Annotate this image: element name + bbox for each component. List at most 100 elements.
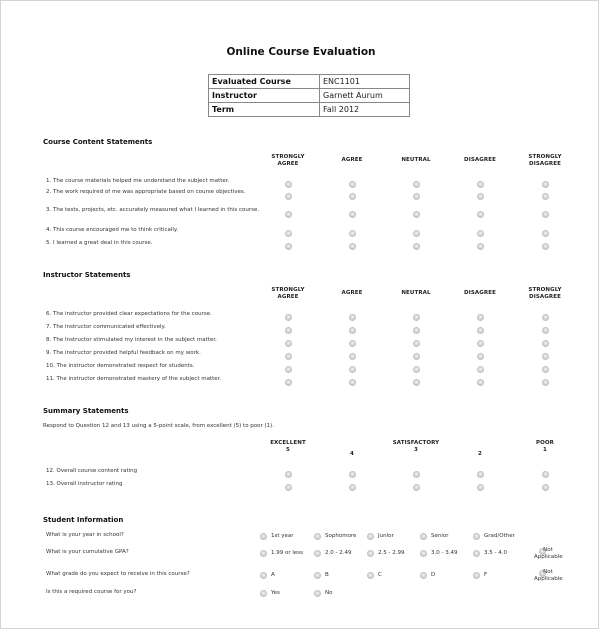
likert-radio[interactable]	[412, 243, 420, 250]
option-label: 1.99 or less	[271, 550, 304, 556]
rating-radio[interactable]	[284, 471, 292, 478]
info-label: Evaluated Course	[208, 74, 320, 89]
option-label: A	[271, 572, 275, 578]
likert-radio[interactable]	[476, 353, 484, 360]
likert-radio[interactable]	[348, 230, 356, 237]
question-text: What grade do you expect to receive in t…	[46, 571, 190, 577]
likert-radio[interactable]	[412, 366, 420, 373]
likert-radio[interactable]	[348, 243, 356, 250]
likert-radio[interactable]	[476, 243, 484, 250]
option-radio[interactable]	[366, 533, 374, 540]
option-radio[interactable]	[259, 590, 267, 597]
likert-radio[interactable]	[284, 366, 292, 373]
option-label: Junior	[378, 533, 394, 539]
likert-radio[interactable]	[284, 193, 292, 200]
likert-radio[interactable]	[476, 193, 484, 200]
likert-radio[interactable]	[541, 181, 549, 188]
rating-radio[interactable]	[476, 484, 484, 491]
option-radio[interactable]	[472, 533, 480, 540]
likert-radio[interactable]	[476, 314, 484, 321]
likert-radio[interactable]	[476, 366, 484, 373]
option-radio[interactable]	[419, 572, 427, 579]
likert-radio[interactable]	[348, 181, 356, 188]
option-radio[interactable]	[472, 572, 480, 579]
rating-radio[interactable]	[348, 471, 356, 478]
likert-radio[interactable]	[284, 327, 292, 334]
likert-radio[interactable]	[412, 211, 420, 218]
likert-radio[interactable]	[476, 327, 484, 334]
option-radio[interactable]	[366, 550, 374, 557]
section-heading-summary: Summary Statements	[43, 407, 129, 415]
info-label: Instructor	[208, 88, 320, 103]
option-radio[interactable]	[366, 572, 374, 579]
likert-radio[interactable]	[541, 193, 549, 200]
section-heading-student-info: Student Information	[43, 516, 124, 524]
info-row-course: Evaluated Course ENC1101	[208, 74, 410, 89]
option-radio[interactable]	[313, 533, 321, 540]
rating-radio[interactable]	[284, 484, 292, 491]
likert-radio[interactable]	[476, 181, 484, 188]
likert-radio[interactable]	[284, 340, 292, 347]
option-label: 3.5 - 4.0	[484, 550, 507, 556]
option-radio[interactable]	[419, 533, 427, 540]
likert-radio[interactable]	[541, 243, 549, 250]
likert-radio[interactable]	[284, 379, 292, 386]
likert-radio[interactable]	[541, 353, 549, 360]
likert-radio[interactable]	[412, 230, 420, 237]
likert-radio[interactable]	[348, 340, 356, 347]
likert-radio[interactable]	[541, 379, 549, 386]
column-header: STRONGLY AGREE	[271, 154, 305, 167]
likert-radio[interactable]	[541, 211, 549, 218]
likert-radio[interactable]	[412, 340, 420, 347]
likert-radio[interactable]	[541, 314, 549, 321]
likert-radio[interactable]	[541, 340, 549, 347]
likert-radio[interactable]	[412, 181, 420, 188]
option-label: 1st year	[271, 533, 294, 539]
option-radio[interactable]	[472, 550, 480, 557]
likert-radio[interactable]	[348, 327, 356, 334]
rating-radio[interactable]	[476, 471, 484, 478]
likert-radio[interactable]	[284, 211, 292, 218]
rating-radio[interactable]	[412, 471, 420, 478]
likert-radio[interactable]	[412, 314, 420, 321]
rating-radio[interactable]	[541, 471, 549, 478]
likert-radio[interactable]	[348, 353, 356, 360]
likert-radio[interactable]	[348, 193, 356, 200]
option-radio[interactable]	[259, 572, 267, 579]
likert-radio[interactable]	[476, 379, 484, 386]
rating-radio[interactable]	[412, 484, 420, 491]
likert-radio[interactable]	[541, 327, 549, 334]
rating-radio[interactable]	[541, 484, 549, 491]
likert-radio[interactable]	[412, 327, 420, 334]
option-radio[interactable]	[313, 550, 321, 557]
option-radio[interactable]	[259, 533, 267, 540]
option-radio[interactable]	[313, 572, 321, 579]
likert-radio[interactable]	[284, 243, 292, 250]
likert-radio[interactable]	[284, 353, 292, 360]
option-label: Grad/Other	[484, 533, 515, 539]
likert-radio[interactable]	[284, 314, 292, 321]
likert-radio[interactable]	[476, 230, 484, 237]
section-heading-instructor: Instructor Statements	[43, 271, 131, 279]
likert-radio[interactable]	[348, 366, 356, 373]
likert-radio[interactable]	[476, 211, 484, 218]
likert-radio[interactable]	[412, 353, 420, 360]
statement-text: 12. Overall course content rating	[46, 468, 138, 474]
likert-radio[interactable]	[348, 379, 356, 386]
likert-radio[interactable]	[284, 181, 292, 188]
option-radio[interactable]	[259, 550, 267, 557]
rating-radio[interactable]	[348, 484, 356, 491]
option-label: Yes	[271, 590, 280, 596]
likert-radio[interactable]	[284, 230, 292, 237]
likert-radio[interactable]	[348, 211, 356, 218]
likert-radio[interactable]	[348, 314, 356, 321]
likert-radio[interactable]	[476, 340, 484, 347]
rating-column-label: POOR	[535, 440, 555, 446]
likert-radio[interactable]	[412, 379, 420, 386]
option-radio[interactable]	[419, 550, 427, 557]
option-radio[interactable]	[313, 590, 321, 597]
likert-radio[interactable]	[541, 366, 549, 373]
evaluation-form-page: Online Course Evaluation Evaluated Cours…	[0, 0, 599, 629]
likert-radio[interactable]	[412, 193, 420, 200]
likert-radio[interactable]	[541, 230, 549, 237]
